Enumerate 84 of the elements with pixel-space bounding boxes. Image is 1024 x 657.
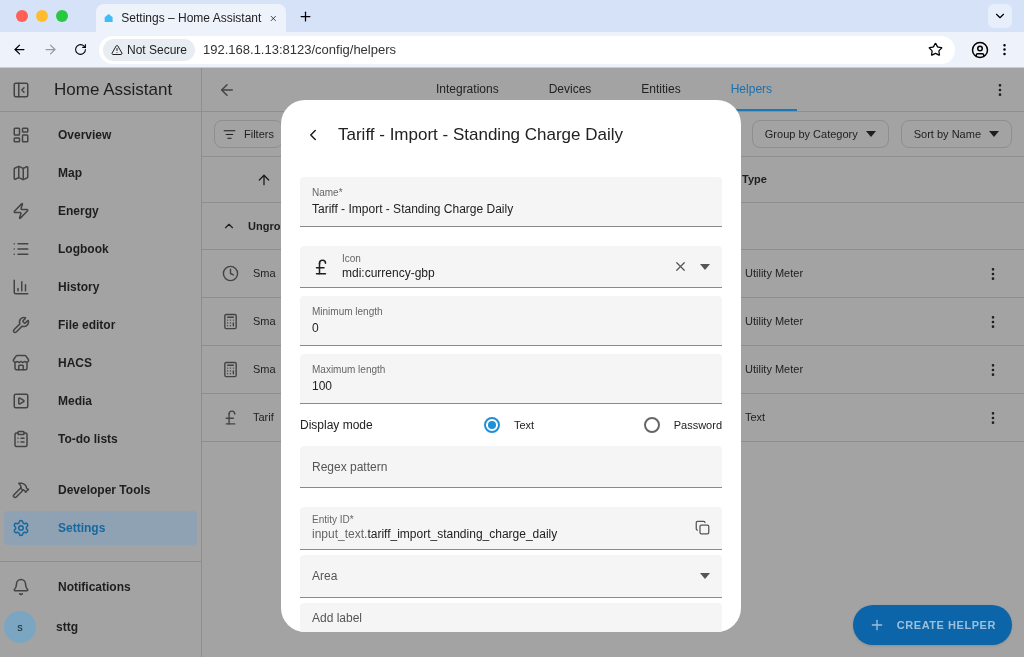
table-cell-text: Sma	[253, 362, 276, 378]
dropdown-icon	[989, 131, 999, 137]
dialog-title: Tariff - Import - Standing Charge Daily	[338, 124, 624, 147]
field-label: Entity ID*	[312, 514, 355, 527]
sidebar-item[interactable]: s sttg	[4, 608, 197, 646]
sidebar-item[interactable]: HACS	[4, 346, 197, 380]
area-field[interactable]: Area	[300, 555, 722, 598]
text-field[interactable]: Maximum length 100	[300, 353, 722, 404]
field-value: input_text.tariff_import_standing_charge_daily	[312, 526, 559, 542]
group-header: Ungro	[248, 218, 281, 234]
sidebar-item[interactable]: Energy	[4, 194, 197, 228]
table-cell-text: Sma	[253, 266, 276, 282]
list-icon	[12, 240, 30, 258]
radio-label: Password	[673, 417, 722, 433]
sidebar-item[interactable]: Media	[4, 384, 197, 418]
tab-list-button[interactable]	[988, 4, 1012, 28]
table-cell-text: Utility Meter	[745, 314, 805, 330]
table-cell-text: Utility Meter	[745, 266, 805, 282]
lightning-icon	[12, 202, 30, 220]
dashboard-icon	[12, 126, 30, 144]
table-cell-text: Tarif	[253, 410, 274, 426]
dropdown-icon	[700, 263, 710, 270]
dropdown-icon	[865, 131, 876, 137]
field-label: Name*	[312, 186, 344, 200]
sort-button[interactable]: Sort by Name	[900, 120, 1012, 148]
security-chip[interactable]: Not Secure	[103, 38, 196, 61]
calculator-icon	[222, 361, 239, 378]
table-cell-text: Utility Meter	[745, 362, 805, 378]
back-icon[interactable]	[12, 42, 27, 57]
sidebar-item[interactable]: Overview	[4, 118, 197, 152]
new-tab-icon[interactable]	[298, 8, 313, 24]
sidebar-item[interactable]: Developer Tools	[4, 473, 197, 507]
forward-icon[interactable]	[43, 42, 58, 57]
text-field[interactable]: Name* Tariff - Import - Standing Charge Daily	[300, 177, 722, 227]
clock-icon	[222, 265, 239, 282]
settings-icon	[12, 519, 30, 537]
field-value: 0	[312, 320, 320, 338]
reload-icon[interactable]	[74, 43, 87, 56]
url-text: 192.168.1.13:8123/config/helpers	[203, 40, 398, 59]
field-label: Maximum length	[312, 362, 387, 377]
icon-picker[interactable]: Icon mdi:currency-gbp	[300, 246, 722, 289]
sidebar-item[interactable]: History	[4, 270, 197, 304]
label-field[interactable]: Add label	[300, 603, 722, 632]
text-field[interactable]: Minimum length 0	[300, 296, 722, 347]
bell-icon	[12, 578, 30, 596]
column-header: Type	[742, 172, 767, 188]
bar-chart-icon	[12, 278, 30, 296]
field-label: Minimum length	[312, 305, 384, 320]
table-cell-text: Sma	[253, 314, 276, 330]
table-cell-text: Text	[745, 410, 767, 426]
sidebar-item[interactable]: To-do lists	[4, 422, 197, 456]
sidebar-item[interactable]: Map	[4, 156, 197, 190]
store-icon	[12, 354, 30, 372]
address-bar[interactable]: Not Secure 192.168.1.13:8123/config/helpers	[99, 35, 955, 64]
calculator-icon	[222, 313, 239, 330]
map-icon	[12, 164, 30, 182]
radio-label: Text	[514, 417, 535, 433]
sidebar-item[interactable]: Logbook	[4, 232, 197, 266]
field-value: 100	[312, 377, 334, 395]
radio-button[interactable]	[484, 416, 500, 433]
browser-tab[interactable]: Settings – Home Assistant	[96, 4, 286, 32]
warning-icon	[111, 43, 123, 56]
app-title: Home Assistant	[54, 78, 173, 101]
group-by-button[interactable]: Group by Category	[751, 120, 889, 148]
radio-button[interactable]	[643, 416, 660, 433]
entity-id-field[interactable]: Entity ID* input_text.tariff_import_standing_charge_daily	[300, 507, 722, 550]
display-mode-label: Display mode	[300, 416, 374, 434]
house-logo-icon	[104, 11, 114, 25]
hammer-icon	[12, 481, 30, 499]
profile-icon[interactable]	[971, 40, 989, 59]
copy-icon[interactable]	[695, 520, 710, 536]
field-label: Icon	[342, 253, 362, 266]
regex-field[interactable]: Regex pattern	[300, 445, 722, 489]
play-icon	[12, 392, 30, 410]
field-value: mdi:currency-gbp	[342, 265, 436, 281]
dropdown-icon	[700, 572, 710, 579]
field-value: Tariff - Import - Standing Charge Daily	[312, 201, 515, 218]
avatar: s	[4, 611, 36, 643]
wrench-icon	[12, 316, 30, 334]
clipboard-icon	[12, 430, 30, 448]
sidebar-item[interactable]: Notifications	[4, 570, 197, 604]
sidebar-item[interactable]: File editor	[4, 308, 197, 342]
bookmark-icon[interactable]	[928, 42, 943, 57]
filter-icon	[223, 127, 236, 141]
